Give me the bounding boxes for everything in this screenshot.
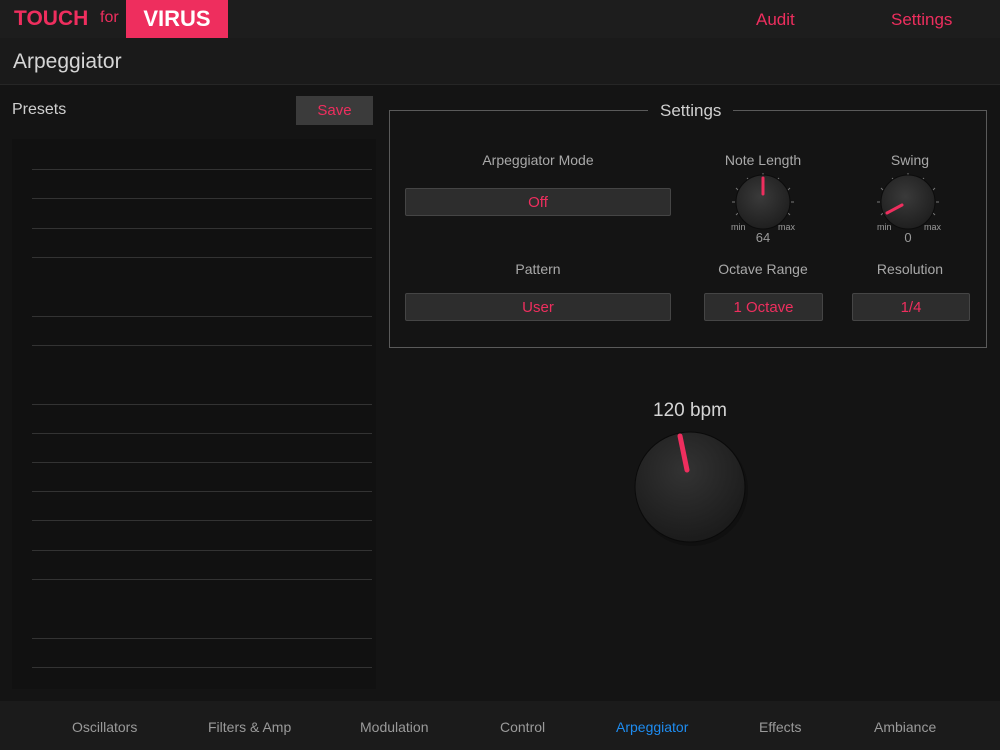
note-length-label: Note Length [724,152,802,168]
logo-virus: VIRUS [126,0,228,38]
resolution-label: Resolution [876,261,944,277]
preset-row[interactable] [32,345,372,346]
swing-value: 0 [904,230,912,245]
preset-row[interactable] [32,198,372,199]
preset-row[interactable] [32,228,372,229]
logo-touch: TOUCH [14,7,89,30]
swing-label: Swing [890,152,930,168]
presets-label: Presets [12,101,67,118]
tab-control[interactable]: Control [500,719,545,735]
save-button[interactable]: Save [296,96,373,125]
page-title: Arpeggiator [13,50,122,73]
nav-settings[interactable]: Settings [891,10,952,30]
tempo-knob[interactable] [630,428,754,552]
nav-audit[interactable]: Audit [756,10,795,30]
tab-filters-amp[interactable]: Filters & Amp [208,719,291,735]
octave-range-select[interactable]: 1 Octave [704,293,823,321]
tempo-label: 120 bpm [653,400,727,421]
preset-row[interactable] [32,433,372,434]
tab-ambiance[interactable]: Ambiance [874,719,936,735]
pattern-label: Pattern [515,261,561,277]
top-bar: TOUCH for VIRUS Audit Settings [0,0,1000,38]
page-header: Arpeggiator [0,38,1000,85]
tab-arpeggiator[interactable]: Arpeggiator [616,719,688,735]
preset-row[interactable] [32,257,372,258]
arp-mode-select[interactable]: Off [405,188,671,216]
note-length-value: 64 [755,230,771,245]
preset-row[interactable] [32,638,372,639]
tab-bar: Oscillators Filters & Amp Modulation Con… [0,701,1000,750]
preset-list[interactable] [12,139,376,689]
logo-for: for [100,9,119,26]
settings-title: Settings [648,101,734,121]
arp-mode-label: Arpeggiator Mode [482,152,594,168]
tempo-knob-graphic[interactable] [630,428,754,552]
preset-row[interactable] [32,169,372,170]
octave-range-label: Octave Range [718,261,808,277]
preset-row[interactable] [32,520,372,521]
preset-row[interactable] [32,462,372,463]
tab-effects[interactable]: Effects [759,719,802,735]
preset-row[interactable] [32,579,372,580]
tab-modulation[interactable]: Modulation [360,719,429,735]
preset-row[interactable] [32,667,372,668]
resolution-select[interactable]: 1/4 [852,293,970,321]
tab-oscillators[interactable]: Oscillators [72,719,137,735]
pattern-select[interactable]: User [405,293,671,321]
preset-row[interactable] [32,404,372,405]
preset-row[interactable] [32,550,372,551]
preset-row[interactable] [32,316,372,317]
preset-row[interactable] [32,491,372,492]
